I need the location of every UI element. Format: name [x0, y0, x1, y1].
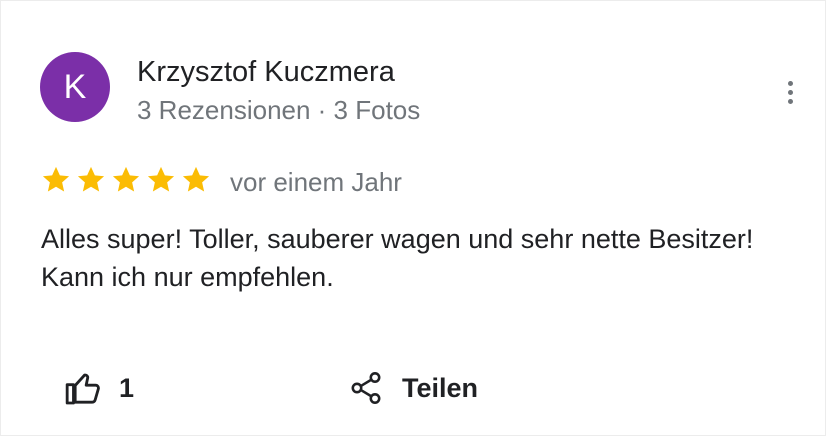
star-rating [40, 164, 212, 196]
more-vert-icon-dot [787, 98, 793, 104]
more-vert-icon [787, 80, 793, 86]
star-icon [77, 166, 105, 192]
more-vert-icon-dot [787, 89, 793, 95]
avatar-initial: K [63, 67, 87, 106]
review-card: K Krzysztof Kuczmera 3 Rezensionen · 3 F… [0, 0, 826, 436]
like-button[interactable]: 1 [63, 365, 134, 411]
star-icon [147, 166, 175, 192]
star-icon [112, 166, 140, 192]
review-date: vor einem Jahr [230, 167, 402, 197]
author-meta[interactable]: 3 Rezensionen · 3 Fotos [137, 95, 420, 126]
author-name[interactable]: Krzysztof Kuczmera [137, 56, 395, 89]
avatar[interactable]: K [40, 52, 110, 122]
star-icon [182, 166, 210, 192]
share-label: Teilen [402, 372, 479, 403]
share-button[interactable]: Teilen [348, 365, 478, 411]
like-count: 1 [119, 372, 135, 403]
star-icon [42, 166, 70, 192]
share-icon [351, 372, 381, 404]
thumb-up-icon [65, 373, 100, 405]
more-options-button[interactable] [773, 74, 807, 110]
review-text: Alles super! Toller, sauberer wagen und … [41, 224, 754, 292]
